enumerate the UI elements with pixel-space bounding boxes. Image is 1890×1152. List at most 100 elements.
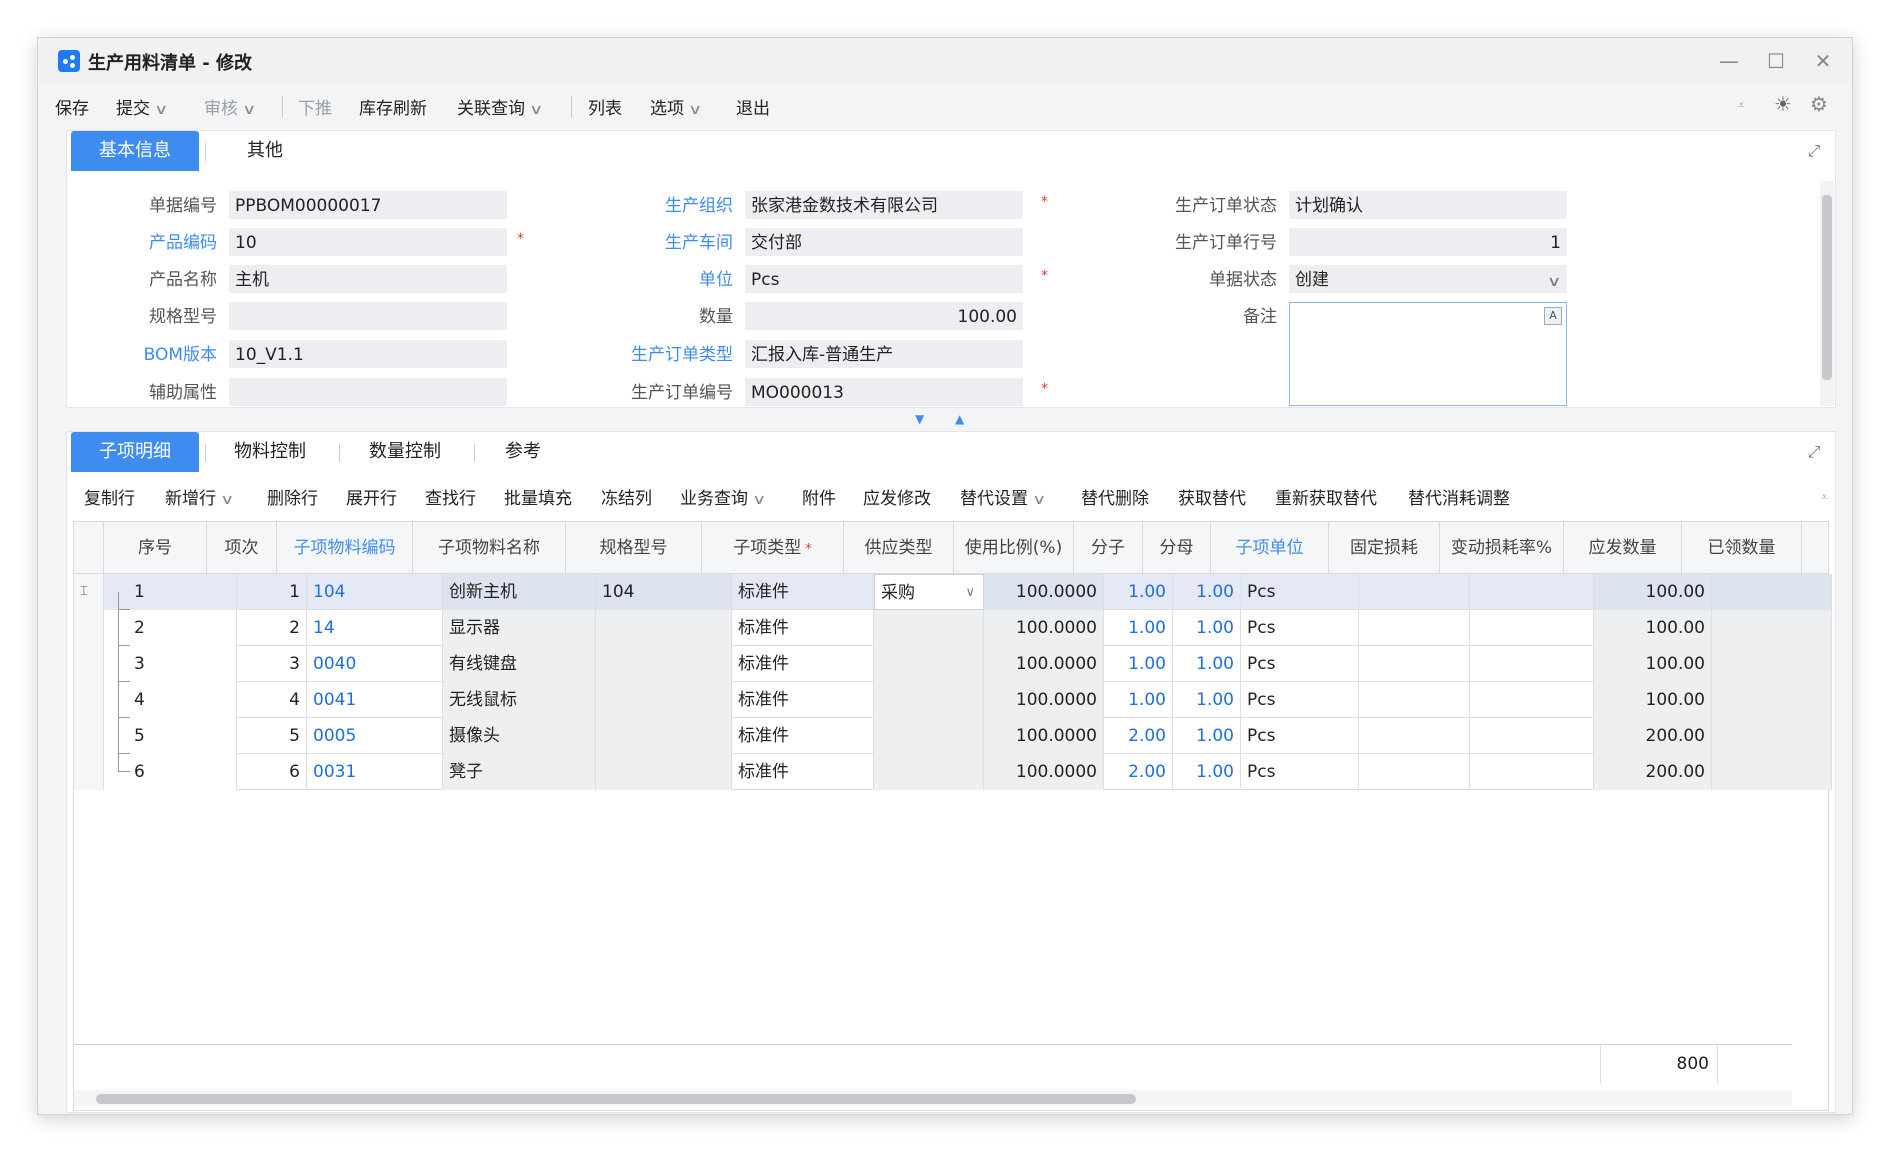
spec-field[interactable]: [229, 302, 507, 330]
col-header[interactable]: 分母: [1143, 522, 1211, 574]
cell-item[interactable]: 5: [237, 718, 307, 754]
delete-row-button[interactable]: 删除行: [267, 484, 318, 509]
save-button[interactable]: 保存: [55, 94, 89, 119]
cell-code[interactable]: 104: [307, 574, 443, 610]
workshop-field[interactable]: 交付部: [745, 228, 1023, 256]
stock-refresh-button[interactable]: 库存刷新: [359, 94, 427, 119]
cell-ratio[interactable]: 100.0000: [984, 646, 1104, 682]
cell-spec[interactable]: [596, 646, 732, 682]
cell-code[interactable]: 0005: [307, 718, 443, 754]
cursor-icon[interactable]: ⌶: [74, 574, 104, 610]
doc-status-select[interactable]: 创建 ∨: [1289, 265, 1567, 293]
cell-den[interactable]: 1.00: [1173, 574, 1241, 610]
cell-var[interactable]: [1470, 754, 1594, 790]
col-header[interactable]: 子项单位: [1211, 522, 1329, 574]
collapse-down-icon[interactable]: ▼: [915, 412, 924, 426]
row-indicator[interactable]: [74, 610, 104, 646]
order-no-field[interactable]: MO000013: [745, 378, 1023, 406]
reget-substitute-button[interactable]: 重新获取替代: [1275, 484, 1377, 509]
cell-ratio[interactable]: 100.0000: [984, 610, 1104, 646]
col-header[interactable]: 序号: [104, 522, 207, 574]
cell-item[interactable]: 1: [237, 574, 307, 610]
table-row[interactable]: 6 6 0031 凳子 标准件 100.0000 2.00 1.00 Pcs 200.00: [74, 754, 1832, 790]
unit-field[interactable]: Pcs: [745, 265, 1023, 293]
cell-unit[interactable]: Pcs: [1241, 574, 1359, 610]
cell-code[interactable]: 0031: [307, 754, 443, 790]
cell-received[interactable]: [1712, 718, 1832, 754]
table-row[interactable]: 2 2 14 显示器 标准件 100.0000 1.00 1.00 Pcs 100.00: [74, 610, 1832, 646]
row-indicator[interactable]: [74, 646, 104, 682]
audit-button[interactable]: 审核 ∨: [204, 94, 256, 119]
order-status-field[interactable]: 计划确认: [1289, 191, 1567, 219]
cell-issue_qty[interactable]: 100.00: [1594, 574, 1712, 610]
cell-issue_qty[interactable]: 100.00: [1594, 610, 1712, 646]
product-code-field[interactable]: 10: [229, 228, 507, 256]
tab-material-control[interactable]: 物料控制: [215, 432, 325, 472]
doc-no-field[interactable]: PPBOM00000017: [229, 191, 507, 219]
cell-received[interactable]: [1712, 610, 1832, 646]
cell-supply[interactable]: [874, 646, 984, 682]
order-type-field[interactable]: 汇报入库-普通生产: [745, 340, 1023, 368]
product-name-field[interactable]: 主机: [229, 265, 507, 293]
issue-modify-button[interactable]: 应发修改: [863, 484, 931, 509]
cell-received[interactable]: [1712, 574, 1832, 610]
col-header[interactable]: 项次: [207, 522, 277, 574]
cell-fixed[interactable]: [1359, 646, 1470, 682]
collapse-up-icon[interactable]: ▲: [955, 412, 964, 426]
tab-items[interactable]: 子项明细: [71, 432, 199, 472]
cell-num[interactable]: 1.00: [1104, 646, 1173, 682]
cell-var[interactable]: [1470, 610, 1594, 646]
cell-issue_qty[interactable]: 200.00: [1594, 754, 1712, 790]
cell-num[interactable]: 1.00: [1104, 610, 1173, 646]
collapse-toolbar-icon[interactable]: ⩡: [1738, 98, 1745, 113]
cell-supply[interactable]: [874, 754, 984, 790]
supply-type-select[interactable]: 采购 ∨: [874, 574, 984, 610]
cell-fixed[interactable]: [1359, 610, 1470, 646]
col-header[interactable]: 子项类型 *: [702, 522, 844, 574]
cell-unit[interactable]: Pcs: [1241, 682, 1359, 718]
table-row[interactable]: 3 3 0040 有线键盘 标准件 100.0000 1.00 1.00 Pcs 100.00: [74, 646, 1832, 682]
cell-var[interactable]: [1470, 718, 1594, 754]
cell-code[interactable]: 0040: [307, 646, 443, 682]
col-header[interactable]: 固定损耗: [1329, 522, 1440, 574]
cell-den[interactable]: 1.00: [1173, 610, 1241, 646]
attachment-button[interactable]: 附件: [802, 484, 836, 509]
col-header[interactable]: 分子: [1074, 522, 1143, 574]
theme-icon[interactable]: ☀: [1774, 92, 1792, 116]
aux-attr-field[interactable]: [229, 378, 507, 406]
cell-received[interactable]: [1712, 754, 1832, 790]
push-down-button[interactable]: 下推: [298, 94, 332, 119]
tab-basic-info[interactable]: 基本信息: [71, 131, 199, 171]
cell-code[interactable]: 14: [307, 610, 443, 646]
related-query-button[interactable]: 关联查询 ∨: [457, 94, 543, 119]
cell-supply[interactable]: [874, 610, 984, 646]
cell-name[interactable]: 显示器: [443, 610, 596, 646]
cell-ratio[interactable]: 100.0000: [984, 574, 1104, 610]
cell-spec[interactable]: [596, 718, 732, 754]
cell-issue_qty[interactable]: 200.00: [1594, 718, 1712, 754]
submit-button[interactable]: 提交 ∨: [116, 94, 168, 119]
maximize-icon[interactable]: ☐: [1763, 48, 1789, 74]
cell-code[interactable]: 0041: [307, 682, 443, 718]
cell-var[interactable]: [1470, 574, 1594, 610]
cell-unit[interactable]: Pcs: [1241, 718, 1359, 754]
cell-fixed[interactable]: [1359, 718, 1470, 754]
cell-name[interactable]: 无线鼠标: [443, 682, 596, 718]
cell-item[interactable]: 2: [237, 610, 307, 646]
cell-type[interactable]: 标准件: [732, 610, 874, 646]
cell-type[interactable]: 标准件: [732, 718, 874, 754]
minimize-icon[interactable]: —: [1716, 48, 1742, 74]
prod-org-field[interactable]: 张家港金数技术有限公司: [745, 191, 1023, 219]
cell-name[interactable]: 摄像头: [443, 718, 596, 754]
tab-reference[interactable]: 参考: [485, 432, 561, 472]
settings-gear-icon[interactable]: ⚙: [1810, 92, 1828, 116]
col-header[interactable]: 已领数量: [1682, 522, 1802, 574]
header-scrollbar-thumb[interactable]: [1822, 195, 1832, 380]
cell-var[interactable]: [1470, 646, 1594, 682]
cell-supply[interactable]: [874, 682, 984, 718]
table-row[interactable]: 4 4 0041 无线鼠标 标准件 100.0000 1.00 1.00 Pcs 100.00: [74, 682, 1832, 718]
cell-num[interactable]: 1.00: [1104, 682, 1173, 718]
list-button[interactable]: 列表: [588, 94, 622, 119]
cell-den[interactable]: 1.00: [1173, 718, 1241, 754]
cell-den[interactable]: 1.00: [1173, 682, 1241, 718]
